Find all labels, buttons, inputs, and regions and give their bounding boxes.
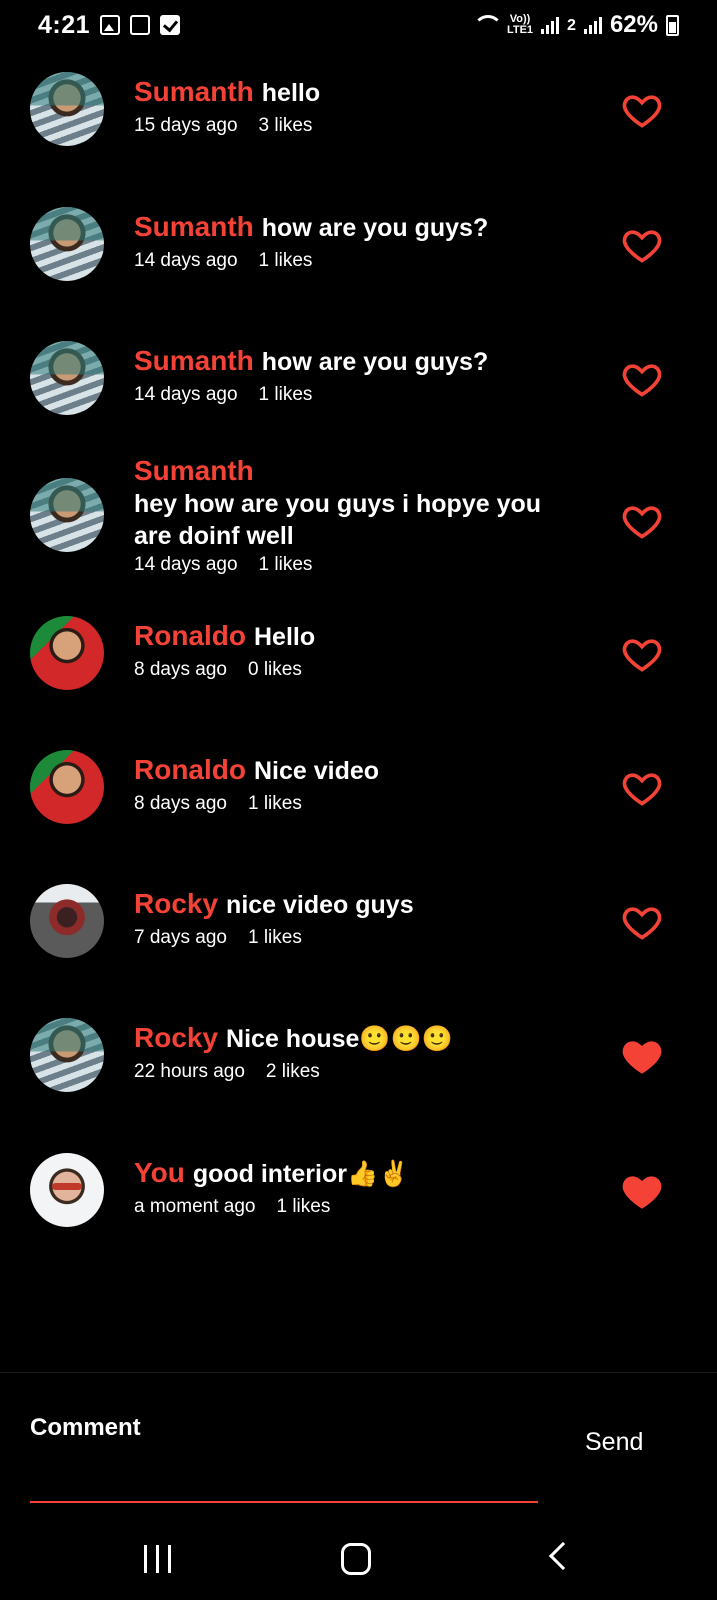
comment-item: Sumanth hey how are you guys i hopye you… bbox=[0, 455, 717, 583]
comment-time: 22 hours ago bbox=[134, 1061, 245, 1082]
like-count: 1 likes bbox=[258, 250, 313, 271]
comment-time: 8 days ago bbox=[134, 793, 227, 814]
avatar[interactable] bbox=[30, 884, 104, 958]
back-icon[interactable] bbox=[548, 1541, 578, 1571]
heart-outline-icon[interactable] bbox=[620, 88, 664, 132]
comment-item: Ronaldo Nice video 8 days ago 1 likes bbox=[0, 750, 717, 828]
commenter-name[interactable]: Sumanth bbox=[134, 345, 254, 376]
comment-time: 14 days ago bbox=[134, 384, 238, 405]
heart-outline-icon[interactable] bbox=[620, 766, 664, 810]
comment-item: Sumanth hello 15 days ago 3 likes bbox=[0, 70, 717, 148]
gallery-notification-icon bbox=[100, 15, 121, 35]
heart-outline-icon[interactable] bbox=[620, 357, 664, 401]
comment-time: 14 days ago bbox=[134, 554, 238, 575]
commenter-name[interactable]: Sumanth bbox=[134, 211, 254, 242]
commenter-name[interactable]: Sumanth bbox=[134, 76, 254, 107]
check-notification-icon bbox=[160, 15, 181, 35]
comment-input-underline bbox=[30, 1501, 538, 1503]
comment-time: 14 days ago bbox=[134, 250, 238, 271]
avatar[interactable] bbox=[30, 1018, 104, 1092]
like-count: 1 likes bbox=[247, 927, 302, 948]
comment-text: good interior👍✌️ bbox=[192, 1160, 410, 1188]
comment-text: nice video guys bbox=[226, 891, 414, 919]
recent-apps-icon[interactable] bbox=[144, 1545, 171, 1573]
comment-item: You good interior👍✌️ a moment ago 1 likes bbox=[0, 1153, 717, 1231]
commenter-name[interactable]: You bbox=[134, 1157, 185, 1188]
avatar[interactable] bbox=[30, 207, 104, 281]
send-button[interactable]: Send bbox=[585, 1428, 643, 1457]
heart-outline-icon[interactable] bbox=[620, 223, 664, 267]
comment-text: Hello bbox=[254, 623, 316, 651]
like-count: 0 likes bbox=[247, 659, 302, 680]
avatar[interactable] bbox=[30, 1153, 104, 1227]
comment-time: 8 days ago bbox=[134, 659, 227, 680]
commenter-name[interactable]: Rocky bbox=[134, 888, 218, 919]
battery-percent: 62% bbox=[609, 11, 658, 38]
heart-outline-icon[interactable] bbox=[620, 900, 664, 944]
like-count: 3 likes bbox=[258, 115, 313, 136]
comment-time: 7 days ago bbox=[134, 927, 227, 948]
comment-text: hey how are you guys i hopye you are doi… bbox=[134, 490, 542, 550]
commenter-name[interactable]: Sumanth bbox=[134, 455, 254, 486]
comments-screen: 4:21 Vo)) LTE1 2 62% Sumanth hello 15 da… bbox=[0, 0, 717, 1600]
lte-label: LTE1 bbox=[506, 24, 534, 36]
signal-sim1-icon bbox=[541, 16, 560, 34]
comment-item: Rocky nice video guys 7 days ago 1 likes bbox=[0, 884, 717, 962]
battery-icon bbox=[666, 14, 679, 36]
comment-time: 15 days ago bbox=[134, 115, 238, 136]
like-count: 1 likes bbox=[258, 554, 313, 575]
like-count: 1 likes bbox=[247, 793, 302, 814]
avatar[interactable] bbox=[30, 72, 104, 146]
comment-text: how are you guys? bbox=[261, 214, 489, 242]
avatar[interactable] bbox=[30, 478, 104, 552]
commenter-name[interactable]: Ronaldo bbox=[134, 620, 246, 651]
composer-divider bbox=[0, 1372, 717, 1373]
volte-indicator: Vo)) LTE1 bbox=[507, 14, 533, 36]
avatar[interactable] bbox=[30, 341, 104, 415]
heart-filled-icon[interactable] bbox=[620, 1169, 664, 1213]
comment-item: Sumanth how are you guys? 14 days ago 1 li… bbox=[0, 205, 717, 283]
comment-item: Sumanth how are you guys? 14 days ago 1 li… bbox=[0, 339, 717, 417]
like-count: 1 likes bbox=[276, 1196, 331, 1217]
heart-outline-icon[interactable] bbox=[620, 499, 664, 543]
comment-time: a moment ago bbox=[134, 1196, 256, 1217]
comment-text: hello bbox=[261, 79, 321, 107]
status-time: 4:21 bbox=[38, 10, 91, 39]
comment-input[interactable] bbox=[30, 1410, 538, 1446]
like-count: 1 likes bbox=[258, 384, 313, 405]
home-icon[interactable] bbox=[341, 1543, 371, 1575]
comment-text: how are you guys? bbox=[261, 348, 489, 376]
comment-item: Ronaldo Hello 8 days ago 0 likes bbox=[0, 616, 717, 694]
avatar[interactable] bbox=[30, 616, 104, 690]
sim2-label: 2 bbox=[567, 16, 576, 34]
comment-text: Nice video bbox=[254, 757, 380, 785]
comment-item: Rocky Nice house🙂🙂🙂 22 hours ago 2 likes bbox=[0, 1018, 717, 1096]
task-notification-icon bbox=[130, 15, 151, 35]
avatar[interactable] bbox=[30, 750, 104, 824]
heart-outline-icon[interactable] bbox=[620, 632, 664, 676]
wifi-icon bbox=[471, 15, 503, 35]
like-count: 2 likes bbox=[265, 1061, 320, 1082]
system-nav-bar bbox=[0, 1520, 717, 1600]
commenter-name[interactable]: Rocky bbox=[134, 1022, 218, 1053]
commenter-name[interactable]: Ronaldo bbox=[134, 754, 246, 785]
comment-text: Nice house🙂🙂🙂 bbox=[226, 1025, 453, 1053]
signal-sim2-icon bbox=[583, 16, 602, 34]
heart-filled-icon[interactable] bbox=[620, 1034, 664, 1078]
status-bar: 4:21 Vo)) LTE1 2 62% bbox=[0, 0, 717, 50]
